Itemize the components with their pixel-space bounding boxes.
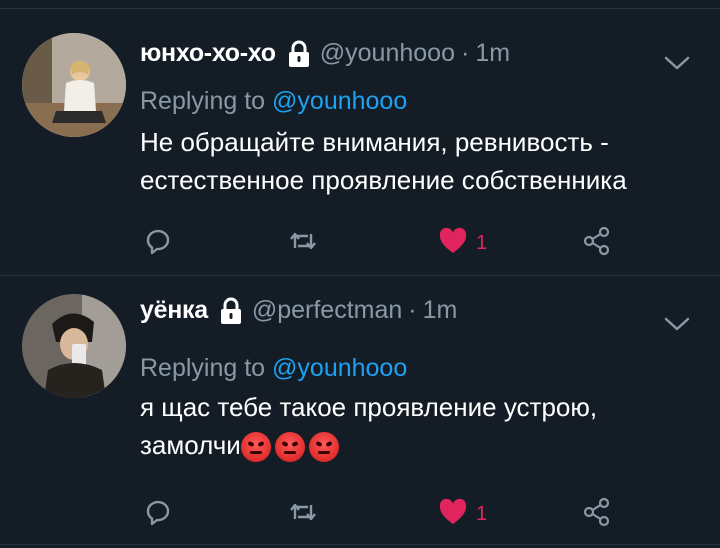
chevron-down-icon[interactable] [664,316,690,332]
tweet[interactable]: юнхо-хо-хо @younhooo · 1m Replying to @y… [0,9,720,276]
share-icon [582,497,612,532]
action-bar: 1 [140,494,640,534]
share-icon [582,226,612,261]
tweet-text: Не обращайте внимания, ревнивость - есте… [140,127,627,195]
lock-icon [218,297,244,325]
angry-face-icon [274,432,305,463]
replying-to-label: Replying to [140,87,273,115]
reply-button[interactable] [144,223,174,263]
username[interactable]: @younhooo [320,39,455,68]
action-bar: 1 [140,223,640,263]
avatar-image [22,294,126,398]
avatar-image [22,33,126,137]
display-name[interactable]: уёнка [140,296,208,325]
top-divider [0,0,720,9]
tweet[interactable]: уёнка @perfectman · 1m Replying to @youn… [0,276,720,545]
reply-icon [144,497,174,532]
lock-icon [286,40,312,68]
avatar[interactable] [22,33,126,137]
mention-link[interactable]: @younhooo [272,87,407,115]
like-count: 1 [476,502,488,525]
like-button[interactable]: 1 [438,223,487,263]
angry-face-icon [308,432,339,463]
heart-icon [438,226,468,261]
tweet-text: я щас тебе такое проявление устрою, замо… [140,388,700,464]
heart-icon [438,497,468,532]
tweet-header: уёнка @perfectman · 1m [140,296,457,325]
display-name[interactable]: юнхо-хо-хо [140,39,276,68]
emoji-group [240,432,339,463]
share-button[interactable] [582,223,612,263]
reply-button[interactable] [144,494,174,534]
retweet-button[interactable] [288,494,318,534]
replying-to: Replying to @younhooo [140,354,407,383]
replying-to-label: Replying to [140,354,273,382]
tweet-text-line: я щас тебе такое проявление устрою, [140,392,598,422]
tweet-text-word: замолчи [140,430,241,460]
avatar[interactable] [22,294,126,398]
retweet-icon [288,497,318,532]
share-button[interactable] [582,494,612,534]
mention-link[interactable]: @younhooo [272,354,407,382]
like-count: 1 [476,231,488,254]
tweet-text-line: замолчи [140,426,700,464]
like-button[interactable]: 1 [438,494,487,534]
separator-dot: · [408,296,417,324]
retweet-icon [288,226,318,261]
chevron-down-icon[interactable] [664,55,690,71]
separator-dot: · [460,39,470,67]
replying-to: Replying to @younhooo [140,87,407,116]
username[interactable]: @perfectman [252,296,402,325]
tweet-header: юнхо-хо-хо @younhooo · 1m [140,39,510,68]
reply-icon [144,226,174,261]
angry-face-icon [240,432,271,463]
timestamp[interactable]: 1m [475,39,510,68]
retweet-button[interactable] [288,223,318,263]
timestamp[interactable]: 1m [423,296,458,325]
